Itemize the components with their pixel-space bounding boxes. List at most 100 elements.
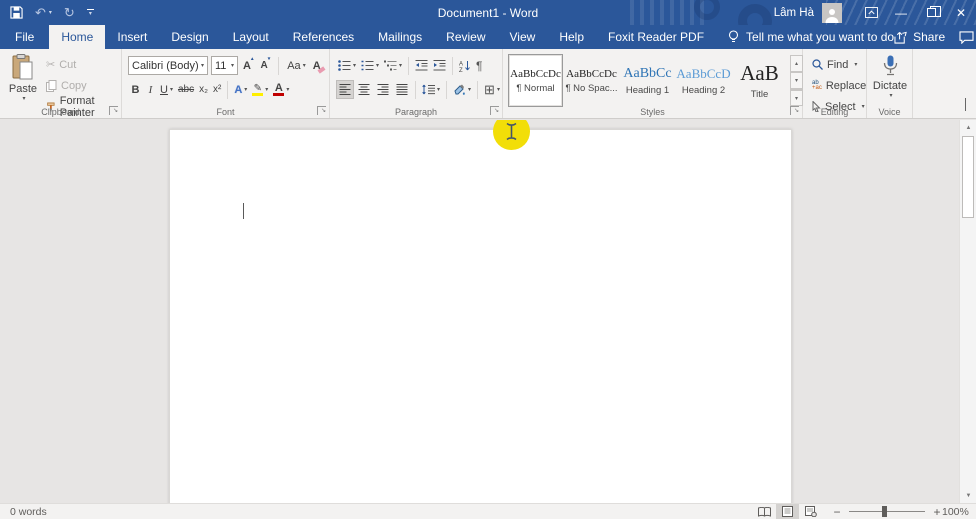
zoom-slider[interactable]: [849, 511, 925, 512]
shading-button[interactable]: ▾: [451, 80, 473, 99]
group-editing: Find ▾ ab+ac Replace Select ▾ Editing: [803, 49, 867, 118]
align-center-button[interactable]: [355, 80, 373, 99]
scrollbar-thumb[interactable]: [962, 136, 974, 218]
undo-button[interactable]: ↶▾: [35, 5, 52, 21]
increase-indent-button[interactable]: [431, 56, 448, 75]
dropdown-caret-icon: ▾: [286, 86, 289, 93]
font-size-select[interactable]: 11 ▾: [211, 56, 238, 75]
strikethrough-button[interactable]: abc: [176, 80, 196, 99]
user-avatar[interactable]: [822, 3, 842, 23]
dropdown-caret-icon: ▾: [303, 62, 306, 69]
document-page[interactable]: [169, 129, 792, 503]
restore-button[interactable]: [916, 0, 946, 25]
zoom-in-button[interactable]: +: [932, 505, 942, 519]
style-normal[interactable]: AaBbCcDc ¶ Normal: [508, 54, 563, 107]
collapse-ribbon-button[interactable]: [965, 99, 966, 111]
numbering-button[interactable]: ▾: [359, 56, 381, 75]
zoom-percentage[interactable]: 100%: [942, 506, 976, 518]
multilevel-list-button[interactable]: ▾: [382, 56, 404, 75]
font-color-button[interactable]: A▾: [271, 80, 291, 99]
tab-mailings[interactable]: Mailings: [366, 25, 434, 49]
find-icon: [812, 59, 823, 70]
tab-view[interactable]: View: [498, 25, 548, 49]
cut-button[interactable]: ✂ Cut: [44, 55, 121, 74]
comments-icon[interactable]: [959, 31, 974, 44]
dropdown-caret-icon: ▾: [468, 86, 471, 93]
bold-button[interactable]: B: [128, 80, 143, 99]
tab-foxit-reader-pdf[interactable]: Foxit Reader PDF: [596, 25, 716, 49]
replace-button[interactable]: ab+ac Replace: [810, 76, 868, 95]
save-button[interactable]: [10, 6, 23, 19]
tab-insert[interactable]: Insert: [105, 25, 159, 49]
change-case-button[interactable]: Aa▾: [285, 56, 307, 75]
styles-scroll-down-button[interactable]: ▾: [790, 72, 803, 89]
italic-button[interactable]: I: [144, 80, 157, 99]
read-mode-button[interactable]: [753, 504, 776, 519]
font-name-select[interactable]: Calibri (Body) ▾: [128, 56, 208, 75]
close-button[interactable]: ✕: [946, 0, 976, 25]
clipboard-dialog-launcher[interactable]: ↘: [109, 106, 118, 115]
qat-customize-button[interactable]: ▾: [87, 9, 94, 16]
dictate-button[interactable]: Dictate ▾: [870, 55, 910, 99]
find-button[interactable]: Find ▾: [810, 55, 868, 74]
sort-button[interactable]: AZ: [457, 56, 473, 75]
align-right-button[interactable]: [374, 80, 392, 99]
paste-button[interactable]: Paste ▾: [5, 54, 41, 112]
tab-layout[interactable]: Layout: [221, 25, 281, 49]
tab-help[interactable]: Help: [547, 25, 596, 49]
zoom-out-button[interactable]: −: [832, 505, 842, 519]
tab-home[interactable]: Home: [49, 25, 105, 49]
bullets-button[interactable]: ▾: [336, 56, 358, 75]
justify-button[interactable]: [393, 80, 411, 99]
share-button[interactable]: Share: [894, 30, 945, 44]
ibeam-cursor-icon: [506, 122, 517, 141]
font-dialog-launcher[interactable]: ↘: [317, 106, 326, 115]
grow-font-button[interactable]: A▴: [241, 56, 255, 75]
show-hide-pilcrow-button[interactable]: ¶: [474, 56, 484, 75]
user-name[interactable]: Lâm Hà: [774, 7, 814, 19]
align-left-button[interactable]: [336, 80, 354, 99]
web-layout-button[interactable]: [799, 504, 822, 519]
tab-design[interactable]: Design: [159, 25, 220, 49]
style-no-spacing[interactable]: AaBbCcDc ¶ No Spac...: [564, 54, 619, 107]
decrease-indent-button[interactable]: [413, 56, 430, 75]
svg-text:A: A: [459, 61, 463, 67]
styles-dialog-launcher[interactable]: ↘: [790, 106, 799, 115]
underline-button[interactable]: U▾: [158, 80, 175, 99]
ribbon-display-options-button[interactable]: [856, 0, 886, 25]
zoom-slider-thumb[interactable]: [882, 506, 887, 517]
subscript-button[interactable]: x₂: [197, 80, 210, 99]
text-highlight-button[interactable]: ✎▾: [250, 80, 270, 99]
style-title[interactable]: AaB Title: [732, 54, 787, 107]
styles-more-button[interactable]: ▾: [790, 89, 803, 106]
tab-references[interactable]: References: [281, 25, 366, 49]
scroll-up-button[interactable]: ▲: [960, 120, 976, 135]
shrink-font-button[interactable]: A▾: [258, 56, 272, 75]
dropdown-caret-icon: ▾: [265, 86, 268, 93]
text-effects-button[interactable]: A▾: [232, 80, 249, 99]
line-spacing-button[interactable]: ▾: [420, 80, 442, 99]
style-heading-1[interactable]: AaBbCc Heading 1: [620, 54, 675, 107]
tab-file[interactable]: File: [0, 25, 49, 49]
clear-formatting-button[interactable]: A: [311, 56, 323, 75]
read-mode-icon: [758, 507, 771, 517]
tell-me-box[interactable]: Tell me what you want to do: [728, 25, 894, 49]
print-layout-button[interactable]: [776, 504, 799, 519]
style-heading-2[interactable]: AaBbCcD Heading 2: [676, 54, 731, 107]
scroll-down-button[interactable]: ▼: [960, 488, 976, 503]
word-count[interactable]: 0 words: [10, 506, 47, 518]
text-cursor: [243, 203, 244, 219]
borders-button[interactable]: ⊞▾: [482, 80, 502, 99]
tab-review[interactable]: Review: [434, 25, 497, 49]
minimize-button[interactable]: —: [886, 0, 916, 25]
font-name-value: Calibri (Body): [132, 60, 199, 72]
tell-me-label: Tell me what you want to do: [746, 30, 894, 44]
vertical-scrollbar[interactable]: ▲ ▼: [959, 120, 976, 503]
styles-scroll-up-button[interactable]: ▴: [790, 55, 803, 72]
redo-button[interactable]: ↻: [64, 5, 75, 21]
strikethrough-label: abc: [178, 84, 194, 95]
copy-button[interactable]: Copy: [44, 76, 121, 95]
superscript-button[interactable]: x²: [211, 80, 223, 99]
document-area[interactable]: [0, 120, 959, 503]
paragraph-dialog-launcher[interactable]: ↘: [490, 106, 499, 115]
